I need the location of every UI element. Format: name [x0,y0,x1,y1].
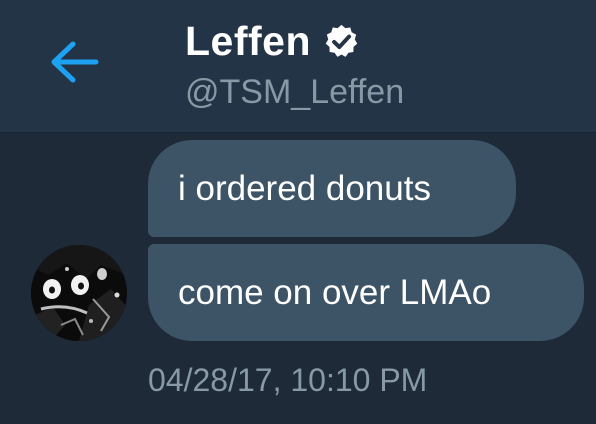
title-row: Leffen [185,14,360,68]
conversation-header: Leffen @TSM_Leffen [0,0,596,133]
verified-badge-icon [323,23,360,60]
back-button[interactable] [44,38,104,86]
display-name: Leffen [185,18,311,64]
user-avatar[interactable] [31,245,127,341]
message-timestamp: 04/28/17, 10:10 PM [148,362,428,398]
message-bubble[interactable]: i ordered donuts [148,140,516,237]
message-text: come on over LMAo [178,272,492,312]
user-handle: @TSM_Leffen [185,73,405,111]
message-bubble[interactable]: come on over LMAo [148,244,584,341]
arrow-left-icon [51,41,99,83]
message-text: i ordered donuts [178,168,431,208]
